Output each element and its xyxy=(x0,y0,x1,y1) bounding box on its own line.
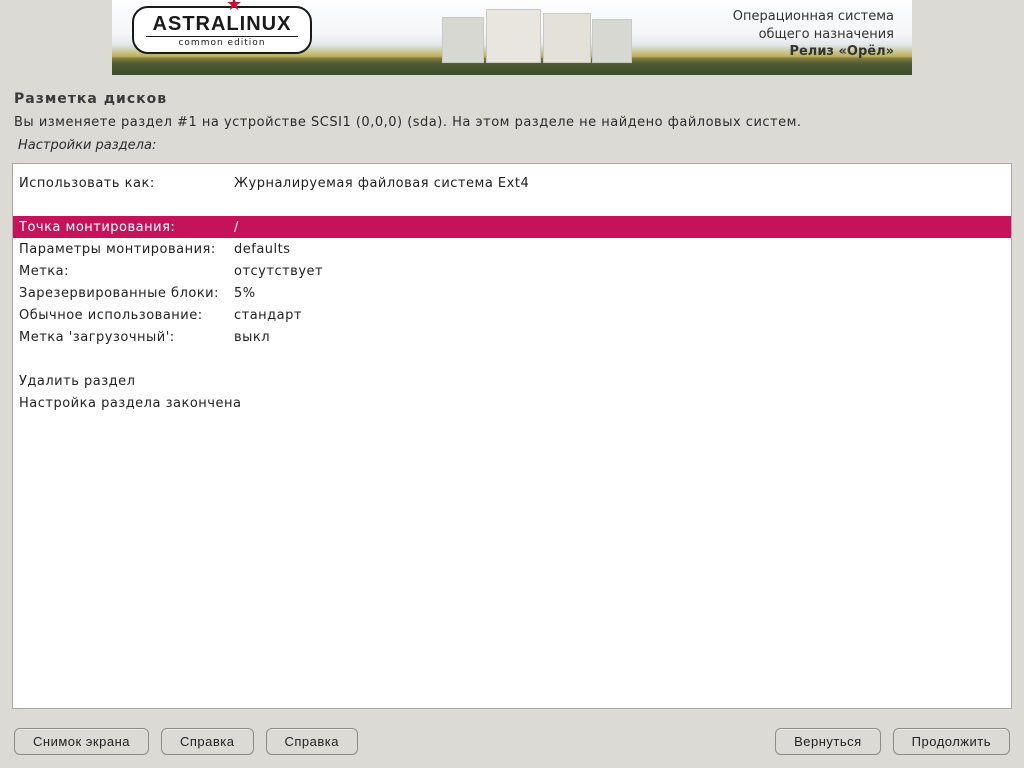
row-use-as[interactable]: Использовать как: Журналируемая файловая… xyxy=(13,172,1011,194)
page-title: Разметка дисков xyxy=(0,75,1024,115)
row-done-setting-up[interactable]: Настройка раздела закончена xyxy=(13,392,1011,414)
row-fs-label[interactable]: Метка: отсутствует xyxy=(13,260,1011,282)
help-button-2[interactable]: Справка xyxy=(266,728,359,755)
label-use-as: Использовать как: xyxy=(19,176,234,191)
banner-text: Операционная система общего назначения Р… xyxy=(733,8,894,61)
banner-line2: общего назначения xyxy=(733,26,894,44)
star-icon: ★ xyxy=(226,0,242,14)
row-bootable-flag[interactable]: Метка 'загрузочный': выкл xyxy=(13,326,1011,348)
value-typical-usage: стандарт xyxy=(234,308,1005,323)
logo-title: ASTRALINUX xyxy=(146,14,298,34)
banner-release: Релиз «Орёл» xyxy=(733,43,894,61)
value-use-as: Журналируемая файловая система Ext4 xyxy=(234,176,1005,191)
label-reserved-blocks: Зарезервированные блоки: xyxy=(19,286,234,301)
label-typical-usage: Обычное использование: xyxy=(19,308,234,323)
banner-line1: Операционная система xyxy=(733,8,894,26)
screenshot-button[interactable]: Снимок экрана xyxy=(14,728,149,755)
logo-subtitle: common edition xyxy=(146,36,298,48)
value-reserved-blocks: 5% xyxy=(234,286,1005,301)
label-mount-point: Точка монтирования: xyxy=(19,220,234,235)
row-spacer xyxy=(13,194,1011,216)
label-fs-label: Метка: xyxy=(19,264,234,279)
banner: ★ ASTRALINUX common edition Операционная… xyxy=(112,0,912,75)
row-mount-options[interactable]: Параметры монтирования: defaults xyxy=(13,238,1011,260)
value-mount-options: defaults xyxy=(234,242,1005,257)
value-bootable-flag: выкл xyxy=(234,330,1005,345)
value-mount-point: / xyxy=(234,220,1005,235)
help-button[interactable]: Справка xyxy=(161,728,254,755)
label-bootable-flag: Метка 'загрузочный': xyxy=(19,330,234,345)
label-delete-partition: Удалить раздел xyxy=(19,374,135,389)
row-mount-point[interactable]: Точка монтирования: / xyxy=(13,216,1011,238)
section-subhead: Настройки раздела: xyxy=(0,134,1024,159)
settings-panel: Использовать как: Журналируемая файловая… xyxy=(12,163,1012,709)
back-button[interactable]: Вернуться xyxy=(775,728,881,755)
banner-illustration xyxy=(442,8,652,69)
row-typical-usage[interactable]: Обычное использование: стандарт xyxy=(13,304,1011,326)
row-delete-partition[interactable]: Удалить раздел xyxy=(13,370,1011,392)
value-fs-label: отсутствует xyxy=(234,264,1005,279)
label-done-setting-up: Настройка раздела закончена xyxy=(19,396,241,411)
distro-logo: ★ ASTRALINUX common edition xyxy=(132,6,312,54)
row-reserved-blocks[interactable]: Зарезервированные блоки: 5% xyxy=(13,282,1011,304)
footer: Снимок экрана Справка Справка Вернуться … xyxy=(0,718,1024,768)
page-description: Вы изменяете раздел #1 на устройстве SCS… xyxy=(0,115,1024,134)
row-spacer xyxy=(13,348,1011,370)
continue-button[interactable]: Продолжить xyxy=(893,728,1010,755)
label-mount-options: Параметры монтирования: xyxy=(19,242,234,257)
